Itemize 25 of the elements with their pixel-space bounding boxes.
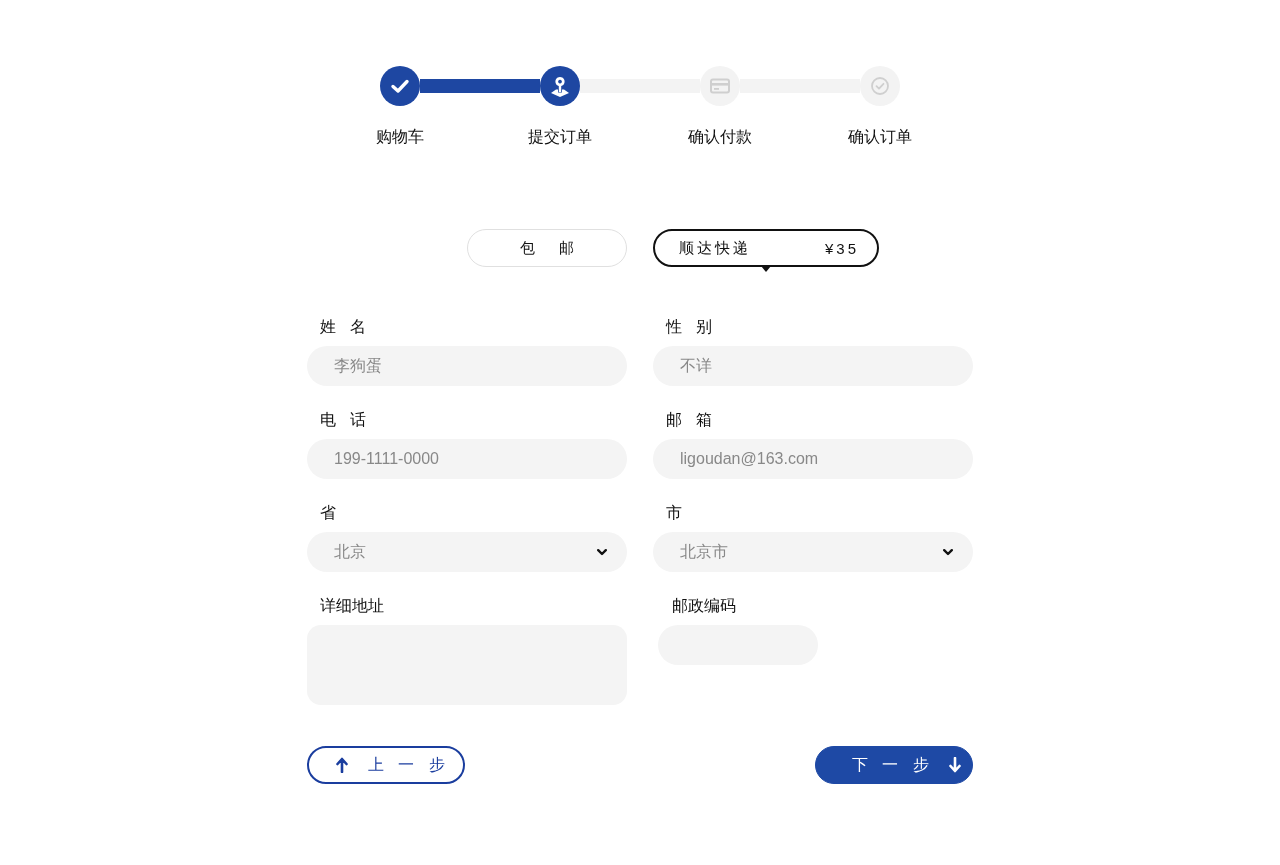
field-label: 详细地址 [319,596,384,616]
input-field[interactable]: 李狗蛋 [307,346,627,386]
field-label: 省 [319,503,336,523]
shipping-option[interactable]: 包 邮 [467,229,627,267]
next-step-button[interactable]: 下 一 步 [815,746,973,784]
field-label: 邮政编码 [671,596,736,616]
arrow-down-icon [948,757,961,773]
step-label: 确认订单 [848,127,912,147]
field-label: 性 别 [664,317,713,337]
input-field[interactable]: 199-1111-0000 [307,439,627,479]
field-label: 市 [665,503,682,523]
step-label: 确认付款 [688,127,752,147]
chevron-down-icon [943,548,953,556]
shipping-option[interactable]: 顺达快递 ¥35 [653,229,879,267]
previous-step-button[interactable]: 上 一 步 [307,746,465,784]
field-label: 姓 名 [319,317,367,337]
step-label: 提交订单 [528,127,592,147]
chevron-down-icon [597,548,607,556]
field-label: 电 话 [319,410,367,430]
arrow-up-icon [336,757,348,773]
input-field[interactable]: ligoudan@163.com [653,439,973,479]
step-label: 购物车 [376,127,424,147]
field-label: 邮 箱 [665,410,713,430]
pointer-triangle-icon [761,266,771,272]
input-field[interactable]: 不详 [653,346,973,386]
